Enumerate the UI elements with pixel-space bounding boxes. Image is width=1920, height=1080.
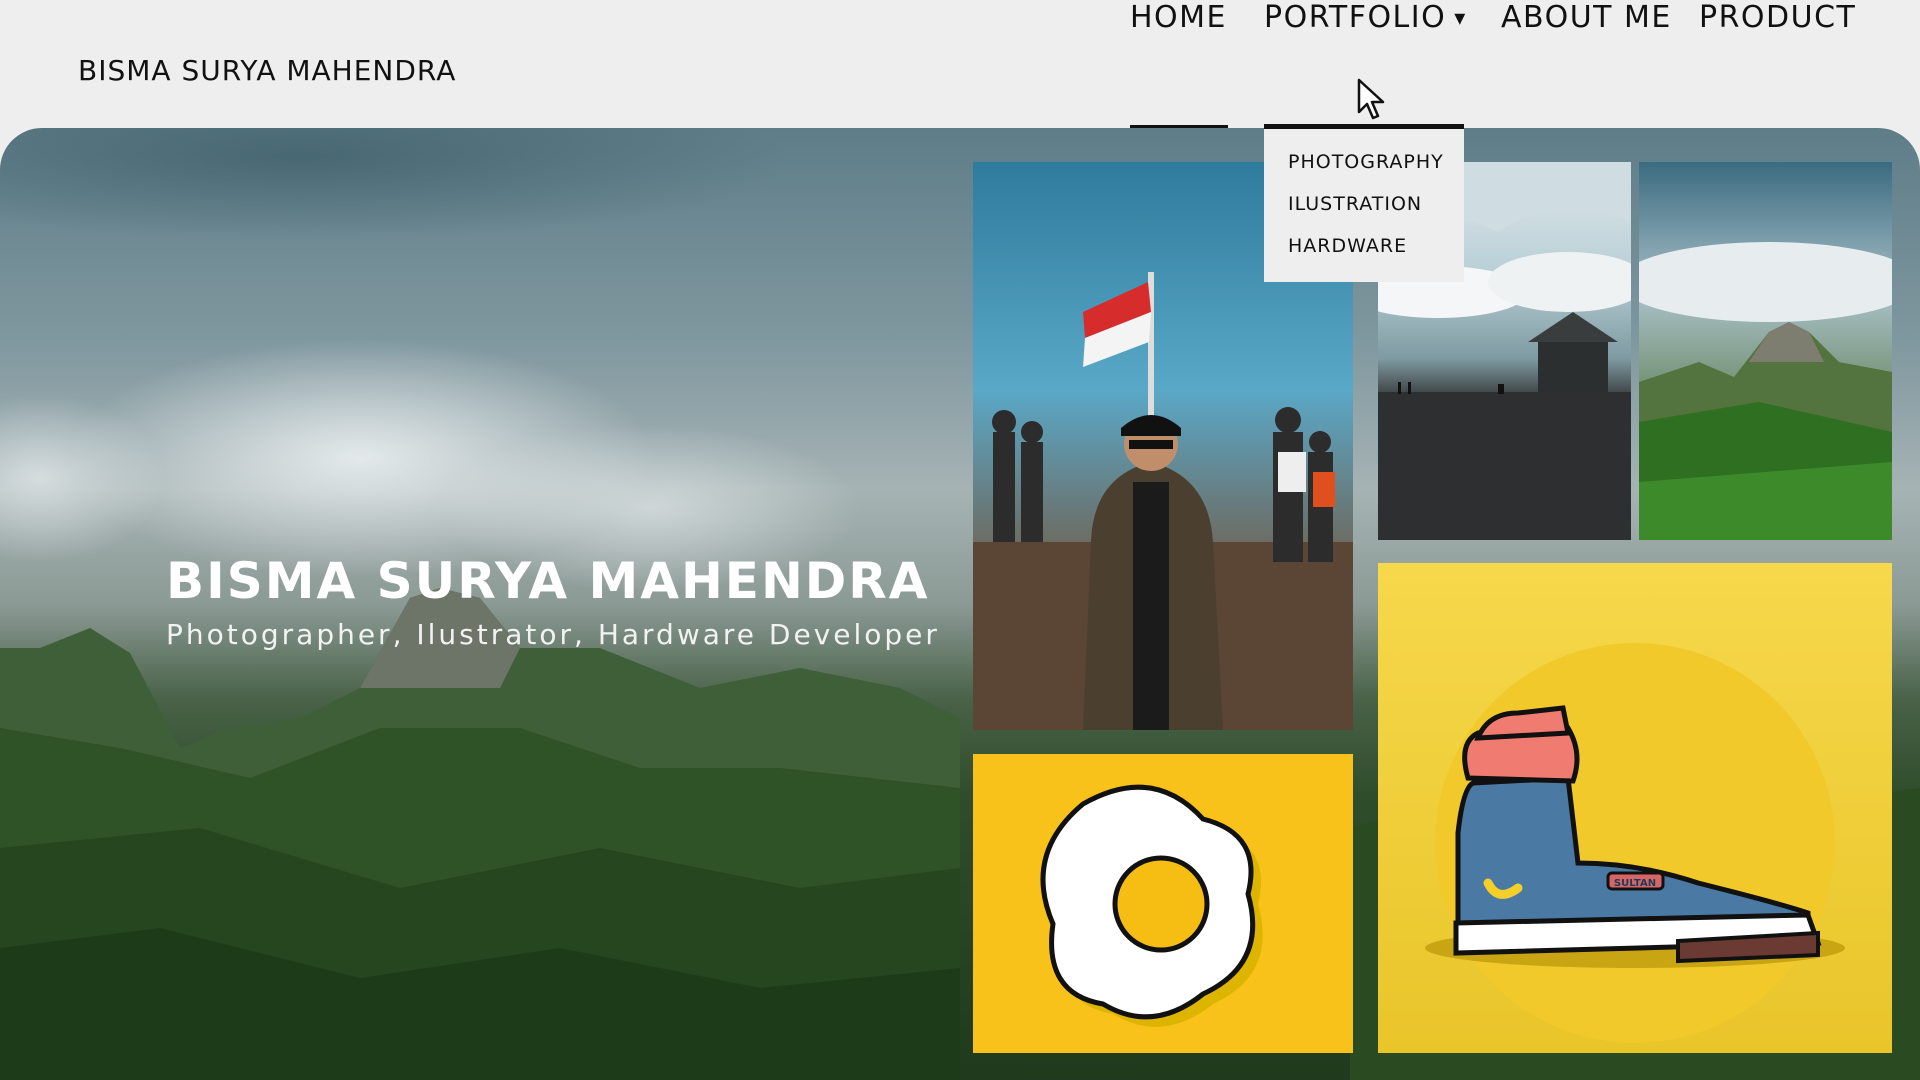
- fried-egg-icon: [1040, 784, 1263, 1027]
- hero-title: BISMA SURYA MAHENDRA: [166, 552, 930, 610]
- dropdown-item-hardware[interactable]: HARDWARE: [1288, 235, 1407, 257]
- dropdown-item-ilustration[interactable]: ILUSTRATION: [1288, 193, 1422, 215]
- dropdown-item-photography[interactable]: PHOTOGRAPHY: [1288, 151, 1444, 173]
- sneaker-illustration[interactable]: SULTAN: [1378, 563, 1892, 1053]
- nav-home[interactable]: HOME: [1130, 0, 1227, 35]
- mouse-pointer-icon: [1357, 78, 1385, 120]
- caret-down-icon: ▾: [1454, 6, 1467, 31]
- nav-portfolio-label: PORTFOLIO: [1264, 0, 1447, 35]
- site-brand[interactable]: BISMA SURYA MAHENDRA: [78, 54, 456, 87]
- green-mountain-image: [1639, 242, 1892, 540]
- hero-subtitle: Photographer, Ilustrator, Hardware Devel…: [166, 618, 940, 651]
- fried-egg-illustration[interactable]: [973, 754, 1353, 1053]
- portfolio-dropdown-menu: PHOTOGRAPHY ILUSTRATION HARDWARE: [1264, 124, 1464, 282]
- top-navigation-bar: BISMA SURYA MAHENDRA HOME PORTFOLIO ▾ ABO…: [0, 0, 1920, 130]
- green-mountain-photo[interactable]: [1639, 162, 1892, 540]
- nav-about-me[interactable]: ABOUT ME: [1501, 0, 1672, 35]
- sneaker-brand-tag: SULTAN: [1614, 878, 1656, 889]
- nav-portfolio[interactable]: PORTFOLIO ▾: [1264, 0, 1467, 35]
- sneaker-icon: SULTAN: [1425, 643, 1845, 1043]
- nav-product[interactable]: PRODUCT: [1699, 0, 1856, 35]
